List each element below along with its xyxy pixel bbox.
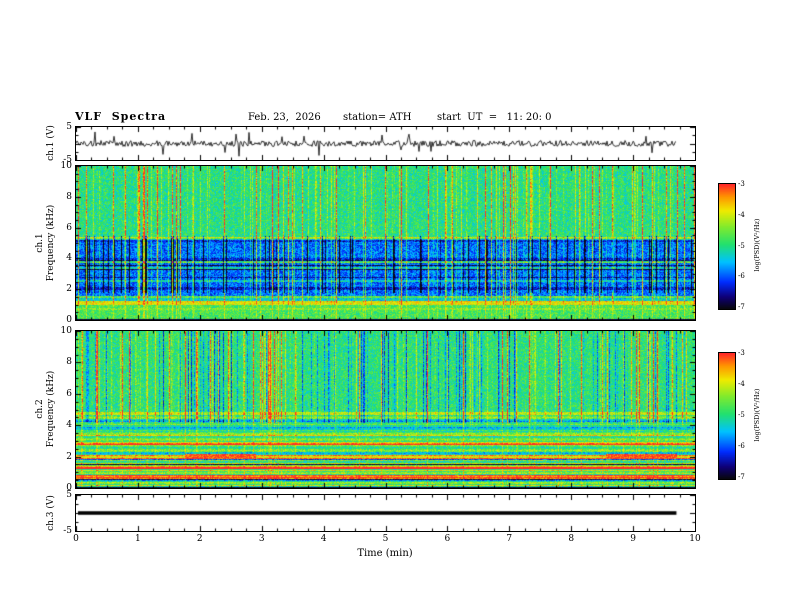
ch1-spec-ylabel-line1: ch.1 — [35, 233, 45, 253]
ch1-wave-ylabel: ch.1 (V) — [46, 125, 56, 161]
ch3-wave-ylabel: ch.3 (V) — [46, 495, 56, 531]
ch1-spec-y-tick-label: 6 — [66, 222, 72, 233]
colorbar-ch1-tick-label: -4 — [738, 210, 745, 219]
colorbar-ch1-gradient — [719, 184, 735, 309]
ch1-spec-y-tick-label: 8 — [66, 191, 72, 202]
ch1-spec-y-tick-label: 0 — [66, 315, 72, 325]
ch2-spectrogram-panel — [75, 330, 696, 489]
figure-title: VLF Spectra — [75, 110, 167, 123]
ch3-waveform-plot — [76, 495, 695, 531]
ch2-spectrogram-plot — [76, 331, 695, 488]
x-axis-label: Time (min) — [357, 548, 413, 559]
x-tick-label: 9 — [630, 534, 636, 544]
ch1-spec-y-tick-label: 2 — [66, 284, 72, 295]
ch1-spec-ylabel: ch.1 Frequency (kHz) — [35, 205, 57, 282]
x-tick-label: 7 — [506, 534, 513, 544]
colorbar-ch1-tick-label: -6 — [738, 272, 745, 281]
ch3-wave-y-tick-label: 5 — [66, 490, 72, 500]
colorbar-ch2 — [718, 352, 736, 480]
figure-start-ut: start UT = 11: 20: 0 — [437, 112, 552, 123]
colorbar-ch1 — [718, 183, 736, 310]
vlf-spectra-figure: VLF Spectra Feb. 23, 2026 station= ATH s… — [0, 0, 792, 612]
colorbar-ch2-tick-label: -5 — [738, 411, 745, 419]
x-tick-label: 5 — [382, 534, 389, 544]
x-tick-label: 8 — [568, 534, 575, 544]
ch2-spec-y-tick-label: 4 — [66, 420, 72, 431]
x-tick-label: 0 — [73, 534, 79, 544]
x-tick-label: 10 — [689, 534, 701, 544]
colorbar-ch1-tick-label: -3 — [738, 180, 745, 188]
ch1-wave-y-tick-label: 5 — [66, 122, 72, 132]
ch1-spectrogram-plot — [76, 166, 695, 320]
ch2-spec-y-tick-label: 8 — [66, 357, 72, 368]
colorbar-ch2-gradient — [719, 353, 735, 479]
ch2-spec-ylabel: ch.2 Frequency (kHz) — [35, 371, 57, 448]
ch2-spec-ylabel-line1: ch.2 — [35, 399, 45, 419]
colorbar-ch1-label: log(PSD)(V²/Hz) — [753, 218, 761, 272]
x-tick-label: 3 — [258, 534, 265, 544]
ch3-waveform-panel — [75, 494, 696, 532]
ch2-spec-y-tick-label: 10 — [60, 326, 72, 336]
x-tick-label: 2 — [196, 534, 203, 544]
ch3-wave-y-tick-label: -5 — [63, 526, 72, 536]
ch1-wave-y-tick-label: -5 — [63, 155, 72, 165]
ch1-waveform-panel — [75, 126, 696, 161]
colorbar-ch1-tick-label: -7 — [738, 303, 745, 311]
x-tick-label: 4 — [320, 534, 327, 544]
colorbar-ch2-tick-label: -4 — [738, 380, 745, 388]
ch2-spec-y-tick-label: 6 — [66, 388, 72, 399]
x-tick-label: 6 — [444, 534, 451, 544]
ch1-spec-y-tick-label: 4 — [66, 253, 72, 264]
ch1-spec-ylabel-line2: Frequency (kHz) — [46, 204, 56, 282]
ch1-waveform-plot — [76, 127, 695, 160]
colorbar-ch2-label: log(PSD)(V²/Hz) — [753, 388, 761, 442]
x-tick-label: 1 — [135, 534, 141, 544]
colorbar-ch1-tick-label: -5 — [738, 241, 745, 250]
colorbar-ch2-tick-label: -3 — [738, 349, 745, 357]
colorbar-ch2-tick-label: -7 — [738, 473, 745, 481]
ch2-spec-y-tick-label: 2 — [66, 451, 72, 462]
colorbar-ch2-tick-label: -6 — [738, 442, 745, 450]
figure-date: Feb. 23, 2026 — [248, 112, 321, 123]
figure-station: station= ATH — [343, 112, 412, 123]
ch1-spectrogram-panel — [75, 165, 696, 321]
ch2-spec-ylabel-line2: Frequency (kHz) — [46, 370, 56, 448]
